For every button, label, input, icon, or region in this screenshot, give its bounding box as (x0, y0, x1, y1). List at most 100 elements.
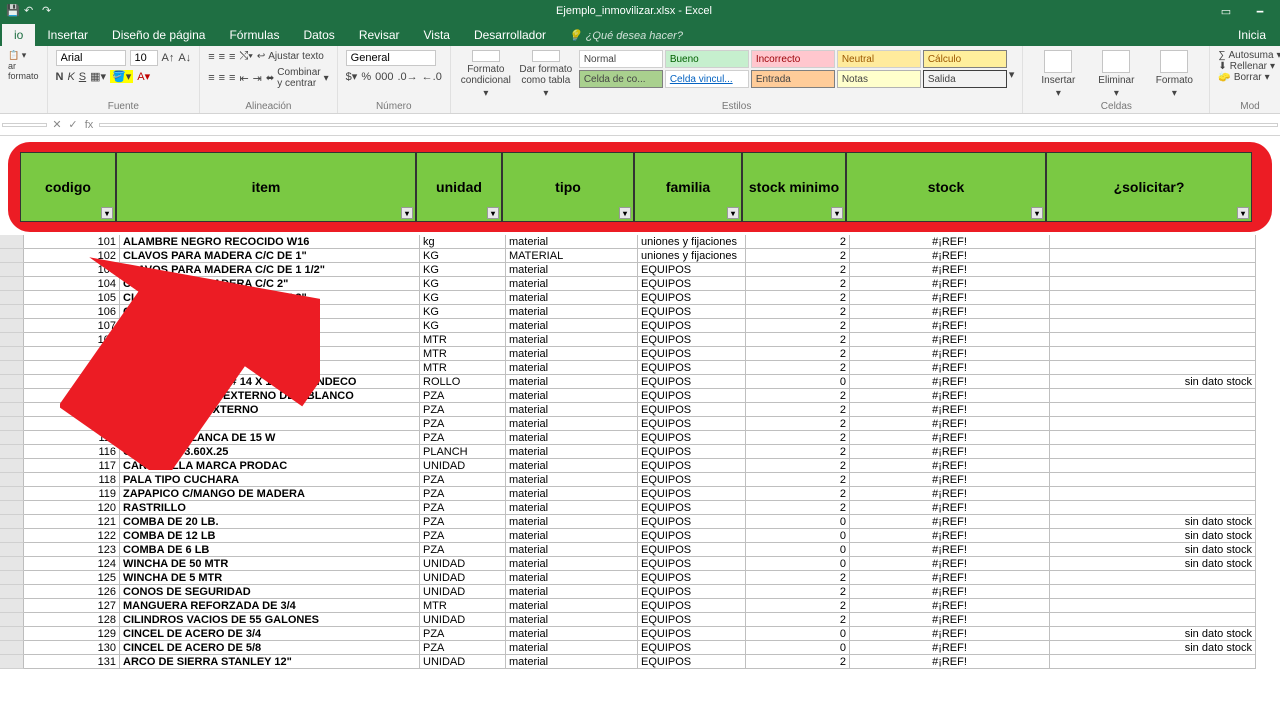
cell[interactable]: UNIDAD (420, 613, 506, 627)
cell[interactable]: 0 (746, 641, 850, 655)
cell[interactable] (0, 473, 24, 487)
cell[interactable]: EQUIPOS (638, 543, 746, 557)
cell[interactable]: 2 (746, 347, 850, 361)
cell[interactable]: COMBA DE 6 LB (120, 543, 420, 557)
cell[interactable]: EQUIPOS (638, 641, 746, 655)
cell[interactable]: PZA (420, 431, 506, 445)
cell[interactable]: material (506, 641, 638, 655)
filter-icon[interactable]: ▾ (1031, 207, 1043, 219)
cell[interactable] (0, 277, 24, 291)
cell[interactable]: #¡REF! (850, 333, 1050, 347)
percent-icon[interactable]: % (361, 71, 371, 83)
cell[interactable]: TOMACORRIENTE EXTERNO DE 3 BLANCO (120, 389, 420, 403)
cell[interactable]: 129 (24, 627, 120, 641)
cell[interactable]: CONOS DE SEGURIDAD (120, 585, 420, 599)
cell[interactable]: EQUIPOS (638, 613, 746, 627)
cell[interactable]: material (506, 557, 638, 571)
cell[interactable]: material (506, 333, 638, 347)
cell[interactable]: 2 (746, 571, 850, 585)
cell[interactable]: PZA (420, 389, 506, 403)
cell[interactable] (0, 613, 24, 627)
cell[interactable]: EQUIPOS (638, 445, 746, 459)
cell[interactable]: COMBA DE 20 LB. (120, 515, 420, 529)
cell[interactable]: material (506, 515, 638, 529)
number-format-select[interactable] (346, 50, 436, 66)
font-size-select[interactable] (130, 50, 158, 66)
font-name-select[interactable] (56, 50, 126, 66)
tab-datos[interactable]: Datos (291, 24, 346, 46)
cell[interactable]: #¡REF! (850, 655, 1050, 669)
cell[interactable]: #¡REF! (850, 389, 1050, 403)
cell[interactable] (0, 655, 24, 669)
cell[interactable]: EQUIPOS (638, 305, 746, 319)
cell[interactable]: EQUIPOS (638, 277, 746, 291)
col-tipo[interactable]: tipo▾ (502, 152, 634, 222)
cell[interactable]: #¡REF! (850, 571, 1050, 585)
cell[interactable]: 115 (24, 431, 120, 445)
col-unidad[interactable]: unidad▾ (416, 152, 502, 222)
cell[interactable]: EQUIPOS (638, 599, 746, 613)
cell[interactable]: INTERRUPTOR EXTERNO (120, 403, 420, 417)
cell[interactable]: UNIDAD (420, 571, 506, 585)
cell[interactable]: 2 (746, 389, 850, 403)
table-row[interactable]: 106CLAVOS PARA MADERA C/C DE 4"KGmateria… (0, 305, 1280, 319)
currency-icon[interactable]: $▾ (346, 70, 358, 83)
cell[interactable] (1050, 249, 1256, 263)
cell[interactable]: material (506, 501, 638, 515)
cell[interactable]: #¡REF! (850, 585, 1050, 599)
cell[interactable]: material (506, 389, 638, 403)
format-painter[interactable]: ar formato (8, 61, 39, 81)
cell[interactable]: UNIDAD (420, 655, 506, 669)
cell[interactable]: 109 (24, 347, 120, 361)
styles-more-icon[interactable]: ▾ (1009, 68, 1015, 81)
cell[interactable]: sin dato stock (1050, 515, 1256, 529)
cell[interactable]: material (506, 585, 638, 599)
cell[interactable]: MTR (420, 333, 506, 347)
cell[interactable]: kg (420, 235, 506, 249)
cell[interactable] (1050, 403, 1256, 417)
table-row[interactable]: 110TUBO DE 1MTRmaterialEQUIPOS2#¡REF! (0, 361, 1280, 375)
table-row[interactable]: 122COMBA DE 12 LBPZAmaterialEQUIPOS0#¡RE… (0, 529, 1280, 543)
autosum-button[interactable]: ∑ Autosuma ▾ (1218, 50, 1280, 61)
cell[interactable] (1050, 235, 1256, 249)
cell[interactable]: MANGUERA REFORZADA DE 3/4 (120, 599, 420, 613)
filter-icon[interactable]: ▾ (727, 207, 739, 219)
tab-desarrollador[interactable]: Desarrollador (462, 24, 558, 46)
data-grid[interactable]: 101ALAMBRE NEGRO RECOCIDO W16kgmaterialu… (0, 235, 1280, 669)
cell[interactable]: 2 (746, 277, 850, 291)
cell[interactable]: EQUIPOS (638, 473, 746, 487)
cell[interactable] (1050, 571, 1256, 585)
cell[interactable]: 130 (24, 641, 120, 655)
cell[interactable]: 120 (24, 501, 120, 515)
cell[interactable]: PZA (420, 417, 506, 431)
cell[interactable]: sin dato stock (1050, 641, 1256, 655)
cell[interactable]: EQUIPOS (638, 515, 746, 529)
cell[interactable] (1050, 291, 1256, 305)
tab-vista[interactable]: Vista (412, 24, 462, 46)
col-familia[interactable]: familia▾ (634, 152, 742, 222)
cell[interactable]: material (506, 613, 638, 627)
cell[interactable]: material (506, 599, 638, 613)
cell[interactable] (0, 501, 24, 515)
cell[interactable]: 0 (746, 543, 850, 557)
cell[interactable]: 2 (746, 599, 850, 613)
cell[interactable]: #¡REF! (850, 599, 1050, 613)
paste-label[interactable]: 📋 ▾ (8, 50, 39, 61)
style-calculo[interactable]: Cálculo (923, 50, 1007, 68)
insert-cells-button[interactable]: Insertar▾ (1031, 50, 1085, 99)
cell[interactable] (0, 361, 24, 375)
cell[interactable]: 0 (746, 529, 850, 543)
cell[interactable] (1050, 501, 1256, 515)
table-row[interactable]: 116CALAMINA 3.60X.25PLANCHmaterialEQUIPO… (0, 445, 1280, 459)
cell[interactable]: material (506, 627, 638, 641)
cell[interactable]: sin dato stock (1050, 627, 1256, 641)
cell[interactable] (0, 375, 24, 389)
cell[interactable]: #¡REF! (850, 529, 1050, 543)
cell[interactable]: 117 (24, 459, 120, 473)
cell[interactable]: sin dato stock (1050, 543, 1256, 557)
cell[interactable]: PZA (420, 627, 506, 641)
cell[interactable]: #¡REF! (850, 627, 1050, 641)
cell[interactable]: #¡REF! (850, 445, 1050, 459)
cell[interactable] (0, 445, 24, 459)
cell[interactable] (1050, 389, 1256, 403)
